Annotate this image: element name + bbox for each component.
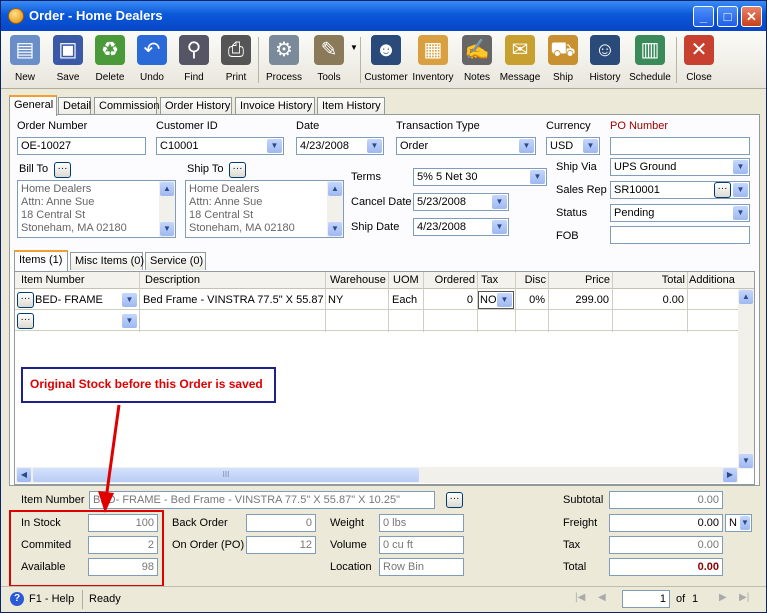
help-icon[interactable]: ? — [10, 592, 24, 606]
first-page-icon[interactable]: |◀ — [575, 592, 585, 603]
last-page-icon[interactable]: ▶| — [739, 592, 749, 603]
annotation-arrow-shaft — [104, 404, 121, 500]
page-of-label: of — [676, 593, 686, 605]
order-window: Order - Home Dealers _ □ ✕ ▤ New ▣ Save ♻ D… — [0, 0, 767, 613]
prev-page-icon[interactable]: ◀ — [598, 592, 606, 603]
status-bar: ? F1 - Help Ready |◀ ◀ 1 of 1 ▶ ▶| — [1, 586, 766, 612]
status-text: Ready — [89, 593, 121, 605]
next-page-icon[interactable]: ▶ — [719, 592, 727, 603]
tab-items[interactable]: Items (1) — [14, 250, 68, 271]
page-number-field[interactable]: 1 — [622, 590, 670, 608]
annotation-arrow-head — [98, 491, 114, 513]
help-text[interactable]: F1 - Help — [29, 593, 74, 605]
annotation-overlay — [9, 404, 164, 587]
status-separator — [82, 590, 83, 609]
page-count: 1 — [692, 593, 699, 605]
stock-highlight-box — [9, 510, 164, 587]
tab-general[interactable]: General — [9, 95, 57, 116]
